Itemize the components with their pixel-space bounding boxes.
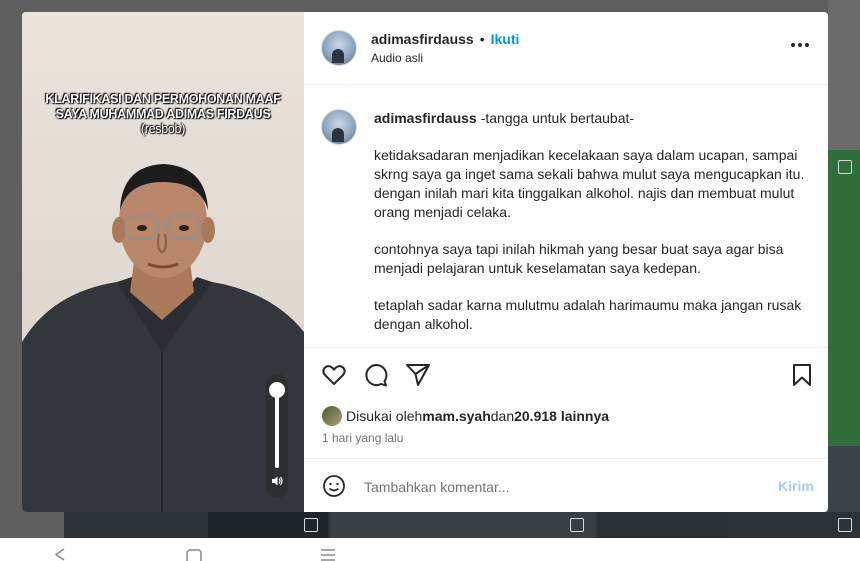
- liker-avatar[interactable]: [322, 406, 342, 426]
- header-user-line: adimasfirdauss • Ikuti: [371, 31, 519, 49]
- background-tile: [330, 512, 596, 538]
- likes-prefix: Disukai oleh: [346, 408, 423, 424]
- back-icon[interactable]: [52, 548, 68, 561]
- multi-post-icon: [838, 518, 852, 532]
- caption-username[interactable]: adimasfirdauss: [374, 110, 477, 126]
- caption-text: adimasfirdauss -tangga untuk bertaubat- k…: [374, 109, 810, 347]
- heart-icon[interactable]: [321, 362, 347, 388]
- overlay-line: SAYA MUHAMMAD ADIMAS FIRDAUS: [55, 107, 271, 121]
- bookmark-icon[interactable]: [789, 362, 815, 388]
- volume-slider-handle[interactable]: [269, 381, 285, 398]
- caption-paragraph: tetaplah sadar karna mulutmu adalah hari…: [374, 297, 802, 332]
- action-bar: Disukai oleh mam.syah dan 20.918 lainnya…: [304, 347, 828, 458]
- volume-icon[interactable]: [271, 475, 283, 487]
- post-timestamp[interactable]: 1 hari yang lalu: [322, 431, 403, 445]
- comments-area[interactable]: adimasfirdauss -tangga untuk bertaubat- k…: [304, 85, 828, 347]
- background-tile: [828, 446, 860, 512]
- follow-button[interactable]: Ikuti: [491, 31, 520, 47]
- person-illustration: [22, 164, 304, 512]
- audio-link[interactable]: Audio asli: [371, 51, 423, 65]
- emoji-icon[interactable]: [322, 474, 346, 498]
- post-video[interactable]: KLARIFIKASI DAN PERMOHONAN MAAF SAYA MUH…: [22, 12, 304, 512]
- post-sidebar: adimasfirdauss • Ikuti Audio asli adimasfi…: [304, 12, 828, 512]
- background-tile: [828, 0, 860, 150]
- caption-paragraph: contohnya saya tapi inilah hikmah yang b…: [374, 241, 784, 276]
- separator-dot: •: [479, 31, 485, 47]
- post-modal: KLARIFIKASI DAN PERMOHONAN MAAF SAYA MUH…: [22, 12, 828, 512]
- recent-apps-icon[interactable]: [320, 548, 336, 561]
- send-button[interactable]: Kirim: [778, 478, 814, 494]
- multi-post-icon: [838, 160, 852, 174]
- volume-slider[interactable]: [266, 374, 288, 498]
- comment-bar: Kirim: [304, 458, 828, 512]
- liker-username[interactable]: mam.syah: [422, 408, 490, 424]
- likes-middle: dan: [490, 408, 515, 424]
- overlay-line: (resbob): [140, 122, 186, 136]
- home-icon[interactable]: [186, 548, 202, 561]
- multi-post-icon: [570, 518, 584, 532]
- video-overlay-text: KLARIFIKASI DAN PERMOHONAN MAAF SAYA MUH…: [32, 92, 294, 137]
- more-icon[interactable]: [790, 42, 810, 48]
- share-icon[interactable]: [405, 362, 431, 388]
- multi-post-icon: [304, 518, 318, 532]
- avatar[interactable]: [321, 30, 357, 66]
- volume-slider-track: [275, 389, 279, 468]
- system-nav-bar: [0, 538, 860, 561]
- caption-paragraph: ketidaksadaran menjadikan kecelakaan say…: [374, 147, 805, 220]
- likes-count[interactable]: 20.918 lainnya: [514, 408, 609, 424]
- post-header: adimasfirdauss • Ikuti Audio asli: [304, 12, 828, 85]
- avatar[interactable]: [321, 109, 357, 145]
- background-tile: [828, 150, 860, 446]
- overlay-line: KLARIFIKASI DAN PERMOHONAN MAAF: [45, 92, 281, 106]
- username-link[interactable]: adimasfirdauss: [371, 31, 474, 47]
- background-tile: [598, 512, 728, 538]
- likes-line: Disukai oleh mam.syah dan 20.918 lainnya: [322, 406, 609, 426]
- comment-input[interactable]: [362, 473, 746, 501]
- caption-title: -tangga untuk bertaubat-: [480, 110, 635, 126]
- comment-icon[interactable]: [363, 362, 389, 388]
